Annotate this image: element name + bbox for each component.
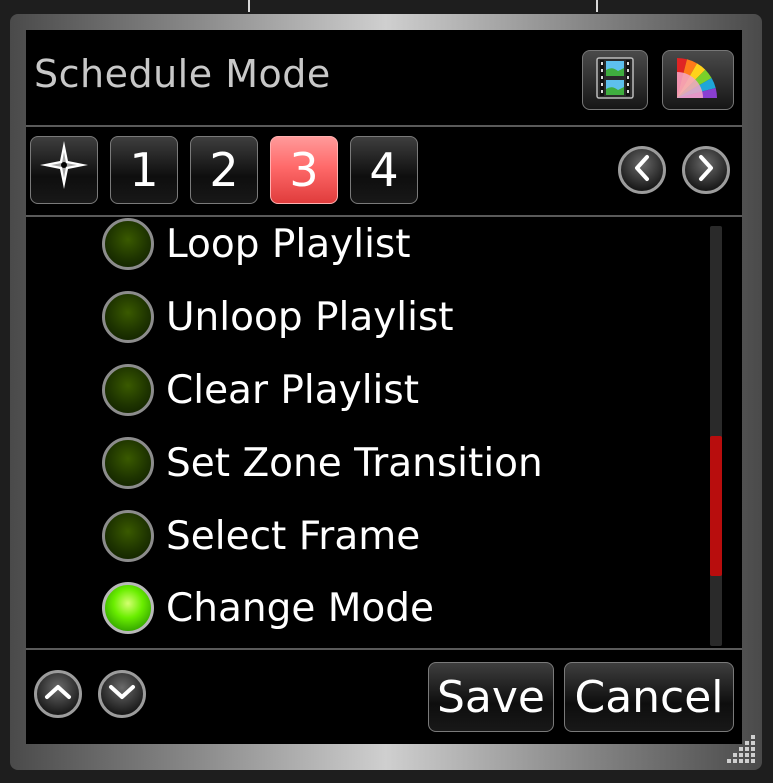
led-indicator: [102, 364, 154, 416]
list-item-clear-playlist[interactable]: Clear Playlist: [102, 358, 419, 422]
home-button[interactable]: [30, 136, 98, 204]
chevron-right-icon: [694, 154, 718, 186]
scroll-down-button[interactable]: [98, 670, 146, 718]
action-list: Loop Playlist Unloop Playlist Clear Play…: [26, 218, 716, 648]
tab-4[interactable]: 4: [350, 136, 418, 204]
next-page-button[interactable]: [682, 146, 730, 194]
list-item-select-frame[interactable]: Select Frame: [102, 504, 420, 568]
led-indicator: [102, 291, 154, 343]
led-indicator: [102, 437, 154, 489]
scroll-up-button[interactable]: [34, 670, 82, 718]
previous-page-button[interactable]: [618, 146, 666, 194]
list-item-loop-playlist[interactable]: Loop Playlist: [102, 212, 411, 276]
footer-separator: [26, 648, 742, 650]
list-item-set-zone-transition[interactable]: Set Zone Transition: [102, 431, 543, 495]
header-separator: [26, 125, 742, 127]
scrollbar-thumb[interactable]: [710, 436, 722, 576]
schedule-mode-dialog: Schedule Mode 1 2 3 4 Loop Playlist Unlo…: [26, 30, 742, 744]
resize-grip-icon[interactable]: [727, 735, 755, 763]
edge-mark: [596, 0, 598, 12]
led-indicator: [102, 218, 154, 270]
list-scrollbar[interactable]: [710, 226, 722, 646]
media-button[interactable]: [582, 50, 648, 110]
tab-1[interactable]: 1: [110, 136, 178, 204]
list-item-label: Select Frame: [166, 513, 421, 559]
led-indicator: [102, 510, 154, 562]
compass-star-icon: [37, 138, 91, 203]
film-image-icon: [593, 56, 637, 104]
save-button[interactable]: Save: [428, 662, 554, 732]
list-item-label: Clear Playlist: [166, 367, 420, 413]
chevron-up-icon: [44, 680, 72, 708]
list-item-label: Unloop Playlist: [166, 294, 454, 340]
tab-2[interactable]: 2: [190, 136, 258, 204]
chevron-left-icon: [630, 154, 654, 186]
color-fan-icon: [669, 54, 727, 106]
cancel-button[interactable]: Cancel: [564, 662, 734, 732]
list-item-label: Change Mode: [166, 585, 434, 631]
edge-mark: [248, 0, 250, 12]
list-item-label: Set Zone Transition: [166, 440, 543, 486]
led-indicator-on: [102, 582, 154, 634]
tab-3[interactable]: 3: [270, 136, 338, 204]
chevron-down-icon: [108, 680, 136, 708]
color-button[interactable]: [662, 50, 734, 110]
list-item-change-mode[interactable]: Change Mode: [102, 576, 434, 640]
list-item-label: Loop Playlist: [166, 221, 411, 267]
list-item-unloop-playlist[interactable]: Unloop Playlist: [102, 285, 454, 349]
top-edge-marks: [0, 0, 773, 14]
dialog-title: Schedule Mode: [34, 52, 331, 96]
